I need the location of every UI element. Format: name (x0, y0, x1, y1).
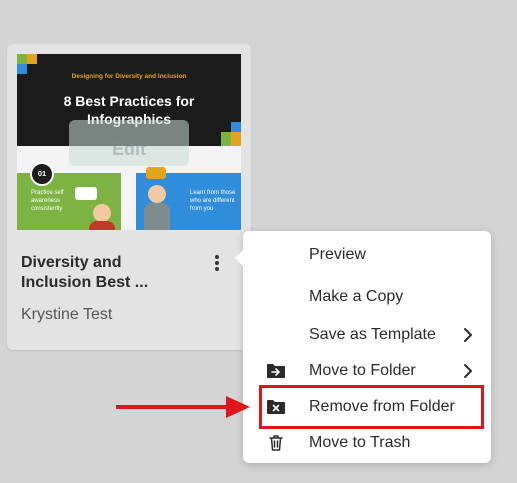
edit-overlay-label: Edit (112, 139, 146, 159)
person-illustration-icon (148, 185, 166, 203)
menu-item-label: Preview (309, 246, 366, 263)
panel-right-text-line: who are different (190, 198, 235, 204)
panel-left-text-line: awareness (31, 198, 61, 204)
menu-item-label: Save as Template (309, 326, 436, 343)
panel-left-text-line: consistently (31, 206, 63, 212)
menu-item-label: Move to Trash (309, 434, 411, 451)
chevron-right-icon (464, 364, 472, 378)
person-illustration-icon (93, 204, 111, 222)
thumbnail-subtitle: Designing for Diversity and Inclusion (71, 73, 187, 80)
right-arrow-head-icon (226, 396, 250, 418)
design-thumbnail[interactable]: Designing for Diversity and Inclusion 8 … (17, 54, 241, 230)
panel-right-text-line: Learn from those (190, 190, 236, 196)
panel-left-text-line: Practice self (31, 190, 64, 196)
annotation-highlight-box (259, 385, 484, 429)
panel-number-badge: 01 (30, 162, 54, 186)
chevron-right-icon (464, 328, 472, 342)
panel-left-text: Practice self awareness consistently (31, 189, 64, 213)
edit-overlay-button[interactable]: Edit (69, 120, 189, 166)
person-body-icon (89, 221, 115, 230)
thumbnail-panel-right: 02 Learn from those who are different fr… (136, 167, 241, 230)
menu-item-label: Make a Copy (309, 288, 404, 305)
thumbnail-panel-left: 01 Practice self awareness consistently (17, 162, 121, 230)
menu-item-save-as-template[interactable]: Save as Template (243, 320, 491, 350)
vertical-dots-icon (215, 255, 219, 259)
menu-item-preview[interactable]: Preview (243, 240, 491, 270)
design-title[interactable]: Diversity and Inclusion Best ... (21, 253, 201, 293)
menu-item-make-a-copy[interactable]: Make a Copy (243, 282, 491, 312)
person-body-icon (144, 203, 170, 230)
menu-item-move-to-trash[interactable]: Move to Trash (243, 428, 491, 458)
design-author: Krystine Test (21, 306, 113, 323)
speech-bubble-icon (146, 167, 166, 179)
trash-icon (269, 435, 283, 451)
more-options-button[interactable] (211, 254, 223, 274)
vertical-dots-icon (215, 261, 219, 265)
speech-bubble-icon (75, 187, 97, 200)
design-title-line2: Inclusion Best ... (21, 274, 149, 291)
vertical-dots-icon (215, 267, 219, 271)
panel-right-text: Learn from those who are different from … (190, 189, 235, 213)
panel-right-text-line: from you (190, 206, 214, 212)
design-card[interactable]: Designing for Diversity and Inclusion 8 … (7, 44, 251, 350)
menu-item-label: Move to Folder (309, 362, 416, 379)
right-arrow-icon (116, 405, 230, 409)
menu-pointer (235, 250, 243, 266)
menu-item-move-to-folder[interactable]: Move to Folder (243, 356, 491, 386)
thumbnail-title-line1: 8 Best Practices for (63, 93, 195, 109)
design-title-line1: Diversity and (21, 254, 122, 271)
folder-move-icon (267, 364, 285, 378)
